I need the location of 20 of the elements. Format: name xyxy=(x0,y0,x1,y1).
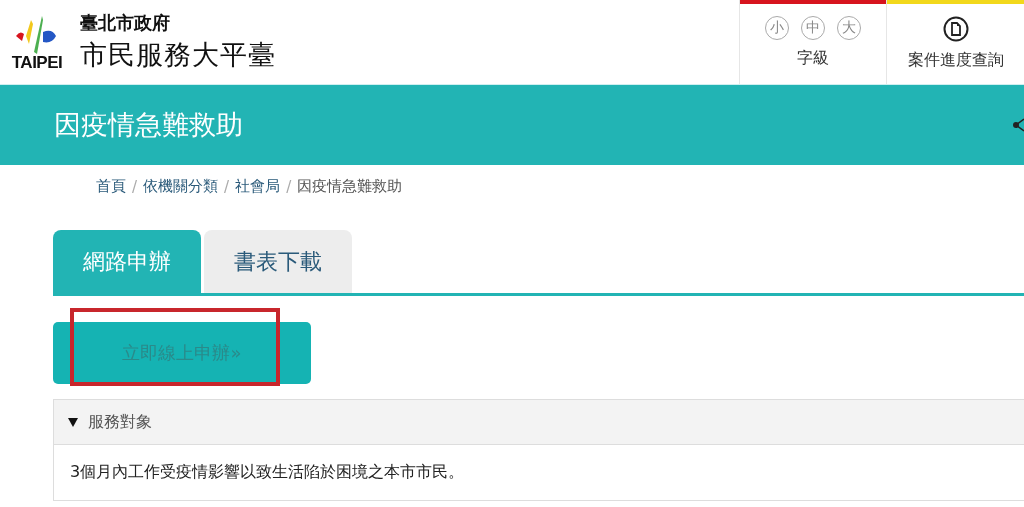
share-icon[interactable] xyxy=(1012,115,1024,135)
breadcrumb-link[interactable]: 因疫情急難救助 xyxy=(297,177,403,196)
breadcrumb-link[interactable]: 社會局 xyxy=(235,177,281,196)
accordion-text: 3個月內工作受疫情影響以致生活陷於困境之本市市民。 xyxy=(70,462,465,481)
case-query-link[interactable]: 案件進度查詢 xyxy=(907,50,1004,71)
page-title: 因疫情急難救助 xyxy=(54,108,243,142)
accordion-header[interactable]: 服務對象 xyxy=(54,400,1024,445)
logo-text: TAIPEI xyxy=(11,53,63,71)
triangle-icon xyxy=(68,417,78,427)
org-name: 臺北市政府 xyxy=(80,11,171,35)
font-size-label: 字級 xyxy=(797,48,829,69)
tab[interactable]: 書表下載 xyxy=(204,230,352,293)
site-title: 市民服務大平臺 xyxy=(80,38,276,72)
accordion-title: 服務對象 xyxy=(88,411,152,433)
document-icon[interactable] xyxy=(942,16,969,42)
breadcrumb-link[interactable]: 依機關分類 xyxy=(143,177,219,196)
breadcrumb-separator: / xyxy=(132,177,138,196)
breadcrumb-link[interactable]: 首頁 xyxy=(96,177,126,196)
breadcrumb-separator: / xyxy=(224,177,230,196)
breadcrumb-separator: / xyxy=(286,177,292,196)
